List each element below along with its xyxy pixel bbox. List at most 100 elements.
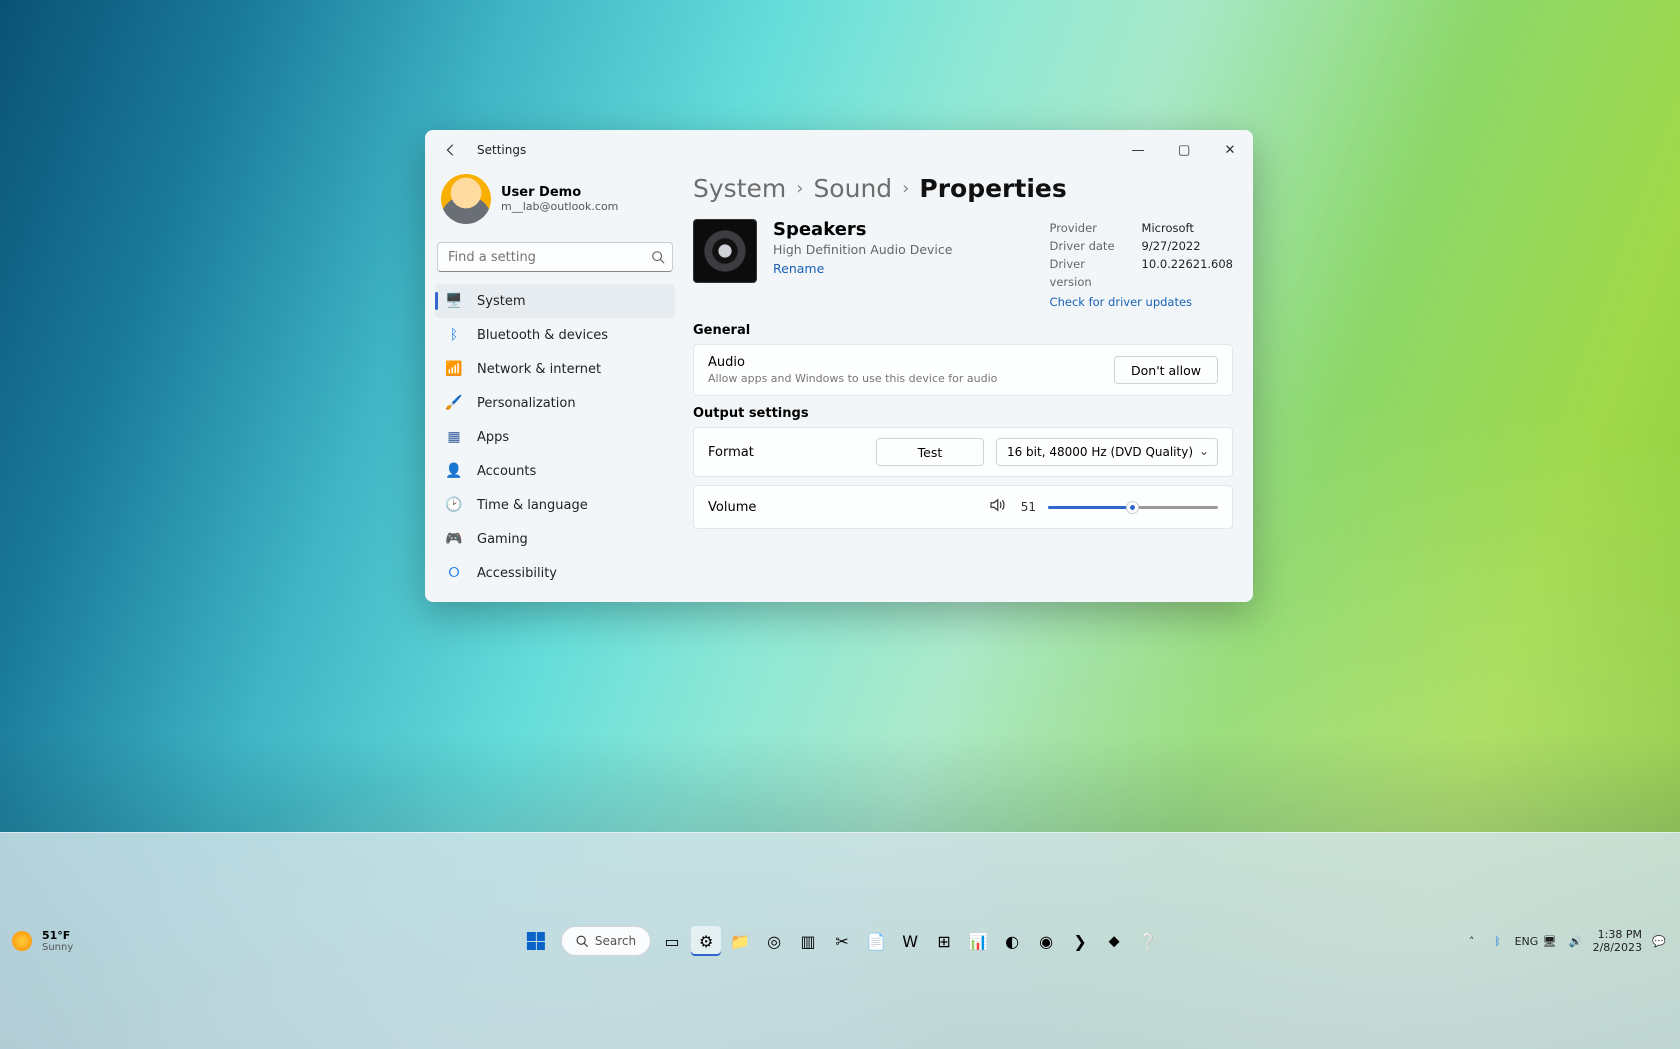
sidebar-item-label: System <box>477 294 525 309</box>
search-box <box>437 242 673 272</box>
chrome-icon[interactable]: ◉ <box>1031 926 1061 956</box>
edge-icon[interactable]: ◎ <box>759 926 789 956</box>
maximize-icon: ▢ <box>1178 143 1191 158</box>
close-button[interactable]: ✕ <box>1207 134 1253 166</box>
store-icon[interactable]: ⊞ <box>929 926 959 956</box>
user-email: m__lab@outlook.com <box>501 200 618 213</box>
word-icon[interactable]: W <box>895 926 925 956</box>
device-subtitle: High Definition Audio Device <box>773 242 1003 257</box>
start-button[interactable] <box>517 926 555 956</box>
maximize-button[interactable]: ▢ <box>1161 134 1207 166</box>
tray-volume-icon[interactable]: 🔊 <box>1567 935 1585 948</box>
driver-version-value: 10.0.22621.608 <box>1142 255 1233 291</box>
sidebar-item-label: Personalization <box>477 396 576 411</box>
windows-logo-icon <box>527 932 545 950</box>
sidebar-item-accessibility-icon: ⭘ <box>445 565 463 581</box>
weather-cond: Sunny <box>42 942 73 953</box>
weather-icon <box>12 931 32 951</box>
section-general-title: General <box>693 323 1233 338</box>
search-icon <box>576 935 589 948</box>
provider-label: Provider <box>1050 219 1130 237</box>
sidebar-item-accessibility[interactable]: ⭘ Accessibility <box>435 556 675 590</box>
tray-network-icon[interactable]: 🖥 <box>1541 935 1559 948</box>
app14-icon[interactable]: ⬥ <box>1099 926 1129 956</box>
sidebar-item-system-icon: 🖥️ <box>445 293 463 309</box>
snipping-icon[interactable]: ✂ <box>827 926 857 956</box>
notepad-icon[interactable]: 📄 <box>861 926 891 956</box>
terminal-icon[interactable]: ❯ <box>1065 926 1095 956</box>
audio-title: Audio <box>708 355 1102 370</box>
speaker-toggle-icon[interactable] <box>988 496 1006 518</box>
breadcrumb-properties: Properties <box>919 174 1066 203</box>
calculator-icon[interactable]: ▥ <box>793 926 823 956</box>
speaker-icon <box>693 219 757 283</box>
settings-icon[interactable]: ⚙ <box>691 926 721 956</box>
dont-allow-button[interactable]: Don't allow <box>1114 356 1218 384</box>
tray-notifications-icon[interactable]: 💬 <box>1650 935 1668 948</box>
search-icon <box>651 249 665 268</box>
sidebar-item-network[interactable]: 📶Network & internet <box>435 352 675 386</box>
provider-value: Microsoft <box>1142 219 1194 237</box>
clock-time: 1:38 PM <box>1593 928 1642 941</box>
sidebar-item-bluetooth-icon: ᛒ <box>445 327 463 343</box>
sidebar-item-bluetooth[interactable]: ᛒ Bluetooth & devices <box>435 318 675 352</box>
user-block[interactable]: User Demo m__lab@outlook.com <box>435 170 675 238</box>
arrow-left-icon <box>444 143 458 157</box>
taskview-icon[interactable]: ▭ <box>657 926 687 956</box>
breadcrumb-sound[interactable]: Sound <box>813 174 892 203</box>
tray-language[interactable]: ENG <box>1515 935 1533 948</box>
settings-window: Settings — ▢ ✕ User Demo m__lab@outlook.… <box>425 130 1253 602</box>
help-icon[interactable]: ❔ <box>1133 926 1163 956</box>
avatar <box>441 174 491 224</box>
taskbar-clock[interactable]: 1:38 PM 2/8/2023 <box>1593 928 1642 954</box>
excel-icon[interactable]: 📊 <box>963 926 993 956</box>
tray-chevron-icon[interactable]: ˄ <box>1463 935 1481 948</box>
clock-date: 2/8/2023 <box>1593 941 1642 954</box>
sidebar-item-accounts[interactable]: 👤Accounts <box>435 454 675 488</box>
check-driver-updates-link[interactable]: Check for driver updates <box>1050 295 1233 309</box>
format-select[interactable]: 16 bit, 48000 Hz (DVD Quality) <box>996 438 1218 466</box>
sidebar-item-system[interactable]: 🖥️ System <box>435 284 675 318</box>
test-button[interactable]: Test <box>876 438 984 466</box>
sidebar-item-apps-icon: ▦ <box>445 429 463 445</box>
format-selected-value: 16 bit, 48000 Hz (DVD Quality) <box>1007 445 1193 459</box>
sidebar: User Demo m__lab@outlook.com 🖥️ System ᛒ Bl… <box>425 170 685 602</box>
file-explorer-icon[interactable]: 📁 <box>725 926 755 956</box>
sidebar-item-apps[interactable]: ▦ Apps <box>435 420 675 454</box>
chrome-canary-icon[interactable]: ◐ <box>997 926 1027 956</box>
sidebar-item-time-language[interactable]: 🕑 Time & language <box>435 488 675 522</box>
taskbar-search[interactable]: Search <box>561 926 651 956</box>
driver-date-value: 9/27/2022 <box>1142 237 1201 255</box>
breadcrumb: System›Sound›Properties <box>693 174 1233 203</box>
taskbar-search-label: Search <box>595 934 636 948</box>
close-icon: ✕ <box>1224 143 1235 158</box>
sidebar-item-label: Time & language <box>477 498 588 513</box>
window-title-text: Settings <box>477 143 526 157</box>
minimize-button[interactable]: — <box>1115 134 1161 166</box>
sidebar-item-label: Bluetooth & devices <box>477 328 608 343</box>
sidebar-item-network-icon: 📶 <box>445 361 463 377</box>
device-name: Speakers <box>773 219 1003 240</box>
minimize-icon: — <box>1131 143 1144 158</box>
taskbar: 51°F Sunny Search ▭⚙📁◎▥✂📄W⊞📊◐◉❯⬥❔ ˄ ᛒ EN… <box>0 832 1680 1049</box>
sidebar-item-personalization[interactable]: 🖌️Personalization <box>435 386 675 420</box>
driver-date-label: Driver date <box>1050 237 1130 255</box>
search-input[interactable] <box>437 242 673 272</box>
sidebar-item-label: Apps <box>477 430 509 445</box>
sidebar-item-time-language-icon: 🕑 <box>445 497 463 513</box>
tray-bluetooth-icon[interactable]: ᛒ <box>1489 935 1507 948</box>
taskbar-left[interactable]: 51°F Sunny <box>0 929 73 953</box>
user-name: User Demo <box>501 185 618 200</box>
sidebar-item-label: Accounts <box>477 464 536 479</box>
rename-link[interactable]: Rename <box>773 261 1003 276</box>
sidebar-item-gaming[interactable]: 🎮Gaming <box>435 522 675 556</box>
volume-slider[interactable] <box>1048 500 1218 514</box>
window-title-bar: Settings — ▢ ✕ <box>425 130 1253 170</box>
content: System›Sound›Properties Speakers High De… <box>685 170 1253 602</box>
taskbar-center: Search ▭⚙📁◎▥✂📄W⊞📊◐◉❯⬥❔ <box>517 926 1163 956</box>
taskbar-right: ˄ ᛒ ENG 🖥 🔊 1:38 PM 2/8/2023 💬 <box>1463 928 1680 954</box>
volume-label: Volume <box>708 500 976 515</box>
breadcrumb-system[interactable]: System <box>693 174 786 203</box>
back-button[interactable] <box>435 134 467 166</box>
sidebar-item-label: Accessibility <box>477 566 557 581</box>
